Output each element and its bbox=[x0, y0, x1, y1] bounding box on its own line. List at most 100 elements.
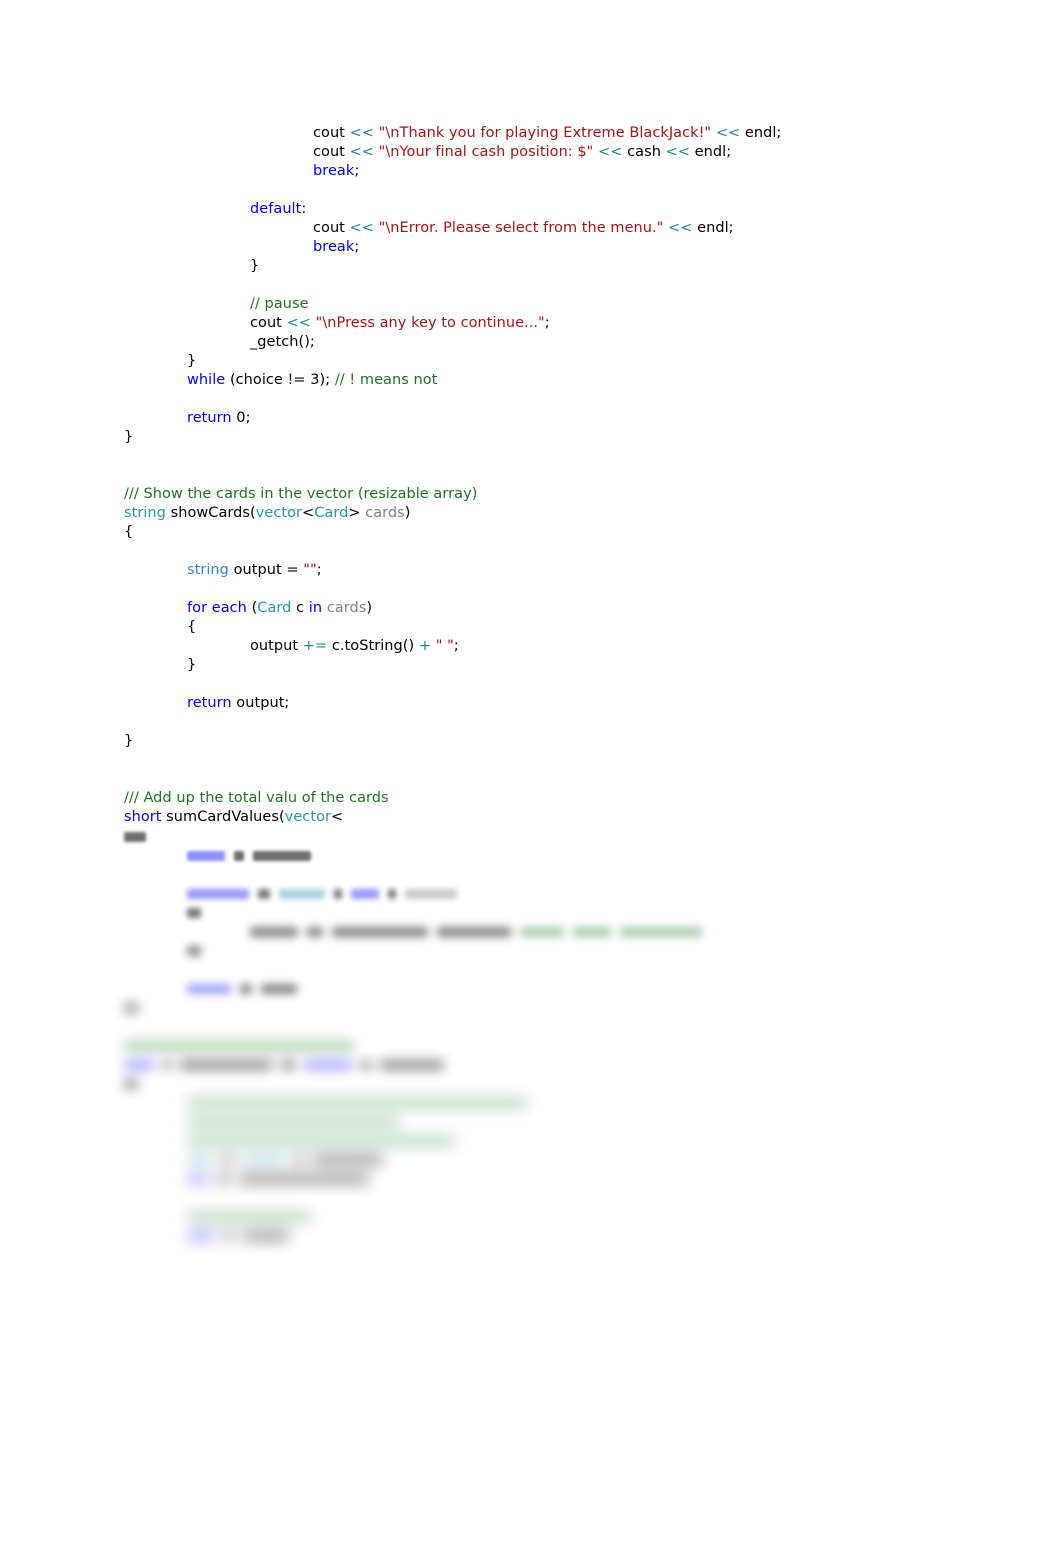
document-page: cout << "\nThank you for playing Extreme… bbox=[0, 0, 1062, 1556]
line-blank-2 bbox=[124, 276, 954, 295]
blurred-code-token bbox=[281, 1059, 295, 1070]
code-token: + bbox=[418, 638, 432, 654]
code-token: "" bbox=[303, 562, 317, 578]
code-token: " " bbox=[435, 638, 454, 654]
blur-line-9 bbox=[124, 979, 954, 998]
line-blank-11 bbox=[124, 770, 954, 789]
code-token: : bbox=[301, 201, 307, 217]
blurred-code-token bbox=[187, 888, 249, 899]
line-blank-6 bbox=[124, 542, 954, 561]
blurred-code-token bbox=[224, 1230, 234, 1241]
line-cout-press-any-key: cout << "\nPress any key to continue..."… bbox=[124, 314, 954, 333]
line-blank-3 bbox=[124, 390, 954, 409]
code-token: /// Add up the total valu of the cards bbox=[124, 790, 389, 806]
code-token: { bbox=[187, 619, 197, 635]
blurred-code-token bbox=[253, 850, 311, 861]
code-token: break bbox=[313, 163, 355, 179]
blurred-code-token bbox=[124, 1040, 354, 1051]
blurred-code-token bbox=[380, 1059, 444, 1070]
line-blank-9 bbox=[124, 713, 954, 732]
blur-line-11 bbox=[124, 1017, 954, 1036]
line-open-foreach: { bbox=[124, 618, 954, 637]
code-token: { bbox=[124, 524, 134, 540]
code-token: "\nError. Please select from the menu." bbox=[378, 220, 664, 236]
blur-line-20 bbox=[124, 1188, 954, 1207]
code-token: << bbox=[665, 144, 691, 160]
code-token: endl; bbox=[690, 144, 732, 160]
line-output-append: output += c.toString() + " "; bbox=[124, 637, 954, 656]
blur-line-14 bbox=[124, 1074, 954, 1093]
blurred-code-token bbox=[332, 926, 428, 937]
line-open-showcards: { bbox=[124, 523, 954, 542]
line-return-zero: return 0; bbox=[124, 409, 954, 428]
blurred-code-token bbox=[187, 945, 201, 956]
blurred-code-token bbox=[187, 1097, 527, 1108]
line-cout-finalcash: cout << "\nYour final cash position: $" … bbox=[124, 143, 954, 162]
blurred-code-token bbox=[240, 983, 252, 994]
blurred-code-token bbox=[241, 1154, 285, 1165]
blur-line-8 bbox=[124, 960, 954, 979]
line-break-1: break; bbox=[124, 162, 954, 181]
blurred-code-token bbox=[361, 1059, 371, 1070]
code-listing: cout << "\nThank you for playing Extreme… bbox=[124, 124, 954, 1245]
blurred-code-token bbox=[187, 983, 231, 994]
code-token: << bbox=[349, 144, 374, 160]
blurred-code-token bbox=[437, 926, 511, 937]
blurred-code-token bbox=[250, 926, 298, 937]
blur-line-19 bbox=[124, 1169, 954, 1188]
code-token: } bbox=[187, 657, 197, 673]
blur-line-13 bbox=[124, 1055, 954, 1074]
blurred-code-token bbox=[218, 1173, 230, 1184]
blur-line-1 bbox=[124, 827, 954, 846]
code-token: // pause bbox=[250, 296, 309, 312]
code-token: _getch(); bbox=[250, 334, 315, 350]
code-token: Card bbox=[257, 600, 292, 616]
blurred-code-token bbox=[180, 1059, 272, 1070]
code-token: cash bbox=[622, 144, 666, 160]
line-cout-error: cout << "\nError. Please select from the… bbox=[124, 219, 954, 238]
blurred-code-token bbox=[163, 1059, 171, 1070]
code-token: << bbox=[598, 144, 623, 160]
line-blank-4 bbox=[124, 447, 954, 466]
blurred-code-token bbox=[313, 1154, 383, 1165]
code-token: > bbox=[348, 505, 366, 521]
blur-line-17 bbox=[124, 1131, 954, 1150]
code-token: vector bbox=[255, 505, 303, 521]
line-getch: _getch(); bbox=[124, 333, 954, 352]
blurred-code-token bbox=[124, 831, 146, 842]
blurred-code-token bbox=[258, 888, 270, 899]
blurred-code-token bbox=[388, 888, 396, 899]
blurred-code-token bbox=[405, 888, 457, 899]
blurred-code-token bbox=[243, 1230, 289, 1241]
blurred-code-token bbox=[261, 983, 297, 994]
blurred-code-token bbox=[304, 1059, 352, 1070]
blurred-code-token bbox=[187, 907, 201, 918]
line-decl-output: string output = ""; bbox=[124, 561, 954, 580]
blur-line-10 bbox=[124, 998, 954, 1017]
blurred-code-token bbox=[187, 1135, 455, 1146]
line-blank-10 bbox=[124, 751, 954, 770]
line-return-output: return output; bbox=[124, 694, 954, 713]
line-close-showcards: } bbox=[124, 732, 954, 751]
blur-line-18 bbox=[124, 1150, 954, 1169]
code-token: "\nThank you for playing Extreme BlackJa… bbox=[378, 125, 712, 141]
line-comment-pause: // pause bbox=[124, 295, 954, 314]
code-token: in bbox=[308, 600, 323, 616]
blurred-code-token bbox=[239, 1173, 369, 1184]
blurred-code-token bbox=[334, 888, 342, 899]
blurred-code-token bbox=[234, 850, 244, 861]
blurred-code-token bbox=[222, 1154, 232, 1165]
blurred-code-token bbox=[294, 1154, 304, 1165]
code-token: << bbox=[668, 220, 693, 236]
blurred-code-token bbox=[187, 1211, 311, 1222]
code-token: << bbox=[349, 125, 374, 141]
line-close-switch: } bbox=[124, 257, 954, 276]
blurred-code-token bbox=[187, 1154, 213, 1165]
code-token: cout bbox=[313, 220, 350, 236]
code-token: endl; bbox=[740, 125, 782, 141]
line-comment-sumcards: /// Add up the total valu of the cards bbox=[124, 789, 954, 808]
code-token: ; bbox=[354, 239, 360, 255]
code-token: endl; bbox=[692, 220, 734, 236]
line-blank-5 bbox=[124, 466, 954, 485]
blur-line-15 bbox=[124, 1093, 954, 1112]
